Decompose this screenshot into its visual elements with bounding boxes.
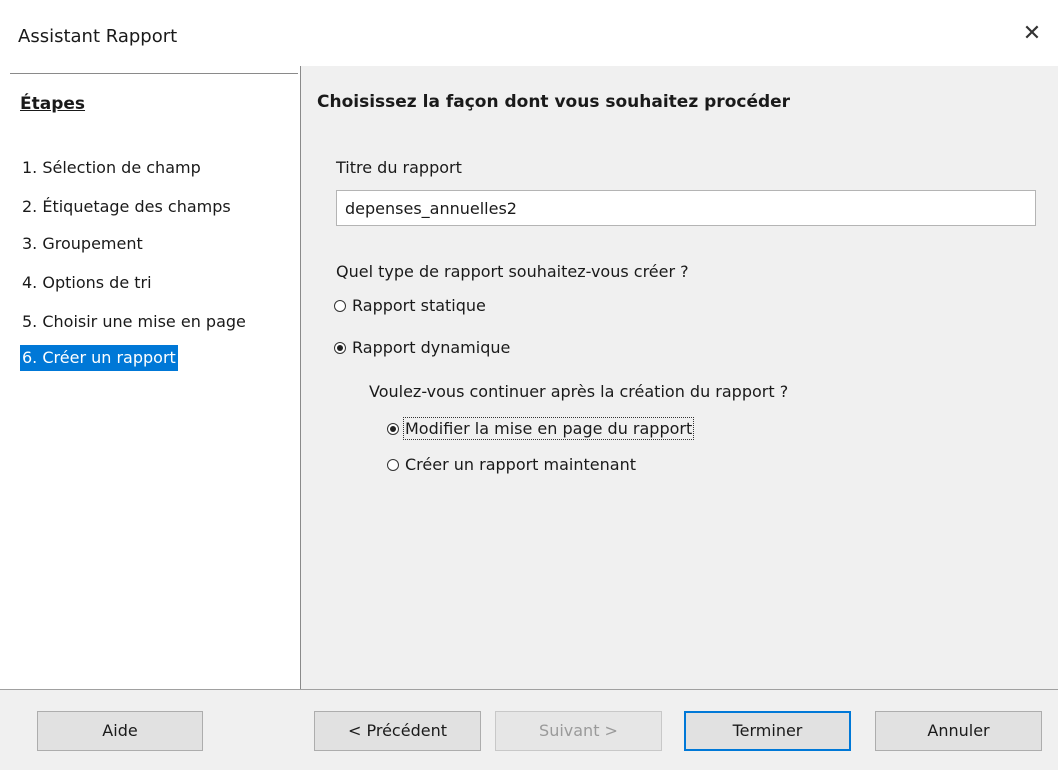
help-button[interactable]: Aide xyxy=(37,711,203,751)
radio-create-now[interactable]: Créer un rapport maintenant xyxy=(387,455,636,474)
finish-button[interactable]: Terminer xyxy=(684,711,851,751)
step-item-grouping[interactable]: 3. Groupement xyxy=(20,231,145,257)
page-heading: Choisissez la façon dont vous souhaitez … xyxy=(317,92,791,112)
step-item-layout[interactable]: 5. Choisir une mise en page xyxy=(20,309,248,335)
radio-modify-layout[interactable]: Modifier la mise en page du rapport xyxy=(387,417,695,440)
steps-divider xyxy=(10,73,298,74)
steps-heading: Étapes xyxy=(20,94,86,114)
radio-create-label: Créer un rapport maintenant xyxy=(405,455,636,474)
continue-question: Voulez-vous continuer après la création … xyxy=(369,382,789,401)
previous-button[interactable]: < Précédent xyxy=(314,711,481,751)
window-title: Assistant Rapport xyxy=(18,26,178,47)
cancel-button[interactable]: Annuler xyxy=(875,711,1042,751)
close-icon[interactable]: ✕ xyxy=(1016,18,1048,50)
radio-static-report[interactable]: Rapport statique xyxy=(334,296,486,315)
steps-panel: Étapes 1. Sélection de champ 2. Étiqueta… xyxy=(0,66,301,689)
report-title-input[interactable] xyxy=(336,190,1036,226)
step-item-selection[interactable]: 1. Sélection de champ xyxy=(20,155,203,181)
radio-dynamic-label: Rapport dynamique xyxy=(352,338,511,357)
button-bar: Aide < Précédent Suivant > Terminer Annu… xyxy=(0,689,1058,770)
next-button[interactable]: Suivant > xyxy=(495,711,662,751)
radio-unchecked-icon xyxy=(387,458,399,471)
radio-modify-label: Modifier la mise en page du rapport xyxy=(402,417,695,440)
report-type-question: Quel type de rapport souhaitez-vous crée… xyxy=(336,262,689,281)
step-item-labeling[interactable]: 2. Étiquetage des champs xyxy=(20,194,233,220)
step-item-create[interactable]: 6. Créer un rapport xyxy=(20,345,178,371)
step-item-sort[interactable]: 4. Options de tri xyxy=(20,270,154,296)
radio-checked-icon xyxy=(387,422,399,435)
main-panel: Choisissez la façon dont vous souhaitez … xyxy=(301,66,1058,689)
radio-static-label: Rapport statique xyxy=(352,296,486,315)
radio-dynamic-report[interactable]: Rapport dynamique xyxy=(334,338,510,357)
title-bar: Assistant Rapport ✕ xyxy=(0,0,1058,66)
radio-checked-icon xyxy=(334,341,346,354)
report-title-label: Titre du rapport xyxy=(336,158,462,177)
radio-unchecked-icon xyxy=(334,299,346,312)
